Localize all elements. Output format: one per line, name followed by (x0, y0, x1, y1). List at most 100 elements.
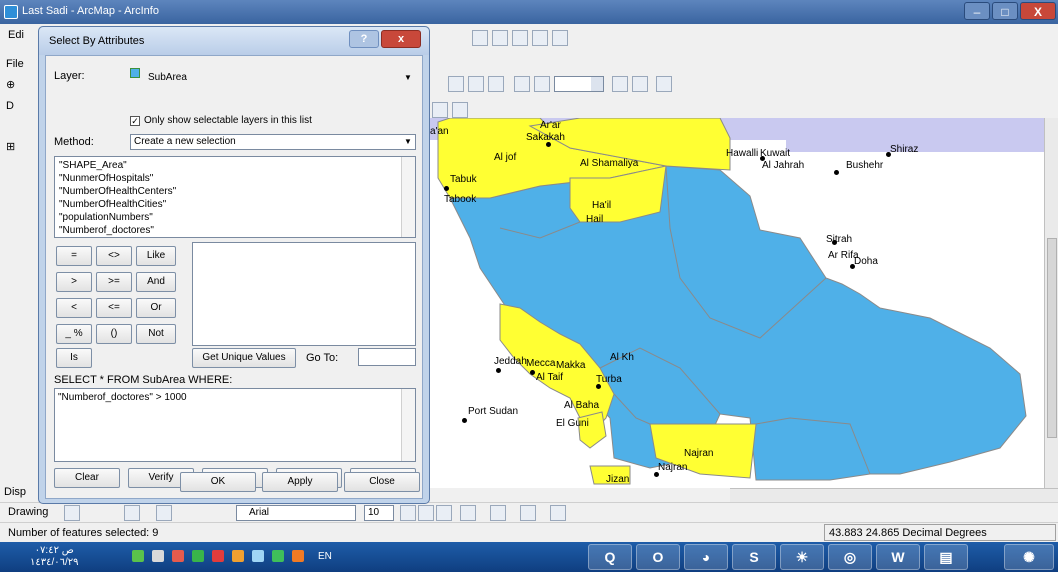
field-item[interactable]: "NunmerOfHospitals" (59, 173, 153, 184)
media-icon[interactable] (292, 550, 304, 562)
query-scrollbar[interactable] (401, 389, 415, 461)
op-not-button[interactable]: Not (136, 324, 176, 344)
data-view-icon[interactable] (468, 76, 484, 92)
taskbar-word[interactable]: W (876, 544, 920, 570)
battery-icon[interactable] (252, 550, 264, 562)
apply-button[interactable]: Apply (262, 472, 338, 492)
start-button[interactable]: ✺ (1004, 544, 1054, 570)
op-less-button[interactable]: < (56, 298, 92, 318)
bluetooth-icon[interactable] (232, 550, 244, 562)
bold-icon[interactable] (400, 505, 416, 521)
op-and-button[interactable]: And (136, 272, 176, 292)
field-item[interactable]: "SHAPE_Area" (59, 160, 127, 171)
close-button[interactable]: X (1020, 2, 1056, 20)
font-combo[interactable]: Arial (236, 505, 356, 521)
dialog-help-button[interactable]: ? (349, 30, 379, 48)
underline-icon[interactable] (436, 505, 452, 521)
rectangle-icon[interactable] (124, 505, 140, 521)
zoom-page-icon[interactable] (514, 76, 530, 92)
scroll-thumb[interactable] (1047, 238, 1057, 438)
display-tab[interactable]: Disp (4, 486, 26, 498)
toc-expand-icon[interactable]: ⊞ (6, 140, 15, 153)
query-expression-input[interactable]: "Numberof_doctores" > 1000 (54, 388, 416, 462)
op-wildcard-button[interactable]: _ % (56, 324, 92, 344)
taskbar-paint[interactable]: ☀ (780, 544, 824, 570)
hyperlink-icon[interactable] (432, 102, 448, 118)
op-or-button[interactable]: Or (136, 298, 176, 318)
focus-frame-icon[interactable] (612, 76, 628, 92)
op-not-equals-button[interactable]: <> (96, 246, 132, 266)
app-tray-icon[interactable] (212, 550, 224, 562)
italic-icon[interactable] (418, 505, 434, 521)
ok-button[interactable]: OK (180, 472, 256, 492)
font-color-icon[interactable] (460, 505, 476, 521)
volume-icon[interactable] (152, 550, 164, 562)
field-item[interactable]: "NumberOfHealthCities" (59, 199, 166, 210)
minimize-button[interactable]: – (964, 2, 990, 20)
attributes-icon[interactable] (552, 30, 568, 46)
dialog-close-button[interactable]: x (381, 30, 421, 48)
taskbar-outlook[interactable]: O (636, 544, 680, 570)
op-less-equal-button[interactable]: <= (96, 298, 132, 318)
taskbar-arcmap[interactable]: Q (588, 544, 632, 570)
taskbar-explorer[interactable]: ▤ (924, 544, 968, 570)
taskbar-browser[interactable]: ◎ (828, 544, 872, 570)
taskbar-skype[interactable]: S (732, 544, 776, 570)
select-elements-icon[interactable] (64, 505, 80, 521)
fill-color-icon[interactable] (490, 505, 506, 521)
update-icon[interactable] (272, 550, 284, 562)
fields-list[interactable]: "SHAPE_Area" "NunmerOfHospitals" "Number… (54, 156, 416, 238)
lock-icon[interactable] (656, 76, 672, 92)
op-greater-equal-button[interactable]: >= (96, 272, 132, 292)
map-view[interactable]: Ar'ar Sakakah Al jof Al Shamaliya Tabuk … (430, 118, 1044, 488)
language-indicator[interactable]: EN (318, 551, 332, 562)
network-icon[interactable] (132, 550, 144, 562)
antivirus-icon[interactable] (172, 550, 184, 562)
get-unique-values-button[interactable]: Get Unique Values (192, 348, 296, 368)
refresh-icon[interactable] (488, 76, 504, 92)
tray-clock[interactable]: ص ٠٧:٤٢ ١٤٣٤/٠٦/٢٩ (30, 545, 79, 569)
label-hawalli: Hawalli (726, 148, 759, 159)
fields-scrollbar[interactable] (401, 157, 415, 237)
zoom-combo[interactable] (554, 76, 604, 92)
menu-file[interactable]: File (6, 58, 24, 70)
method-dropdown[interactable]: Create a new selection ▼ (130, 134, 416, 150)
map-vertical-scrollbar[interactable] (1044, 118, 1058, 488)
field-item[interactable]: "NumberOfHealthCenters" (59, 186, 176, 197)
field-item[interactable]: "Numberof_doctores" (59, 225, 154, 236)
dialog-close-bottom-button[interactable]: Close (344, 472, 420, 492)
line-color-icon[interactable] (520, 505, 536, 521)
unique-values-list[interactable] (192, 242, 416, 346)
field-item[interactable]: "populationNumbers" (59, 212, 153, 223)
change-layout-icon[interactable] (632, 76, 648, 92)
op-like-button[interactable]: Like (136, 246, 176, 266)
menu-edit[interactable]: Edi (8, 29, 24, 41)
marker-color-icon[interactable] (550, 505, 566, 521)
undo-icon[interactable] (472, 30, 488, 46)
font-size-combo[interactable]: 10 (364, 505, 394, 521)
only-selectable-checkbox[interactable]: ✓ (130, 116, 140, 126)
layout-icon[interactable] (448, 76, 464, 92)
rotate-icon[interactable] (512, 30, 528, 46)
zoom-width-icon[interactable] (534, 76, 550, 92)
op-is-button[interactable]: Is (56, 348, 92, 368)
op-equals-button[interactable]: = (56, 246, 92, 266)
goto-input[interactable] (358, 348, 416, 366)
taskbar-media[interactable]: ◕ (684, 544, 728, 570)
drawing-menu[interactable]: Drawing (8, 506, 48, 518)
text-icon[interactable] (156, 505, 172, 521)
clear-button[interactable]: Clear (54, 468, 120, 488)
flag-icon[interactable] (192, 550, 204, 562)
edit-tool-icon[interactable] (492, 30, 508, 46)
dialog-titlebar[interactable]: Select By Attributes ? x (39, 27, 429, 55)
table-icon[interactable] (532, 30, 548, 46)
map-horizontal-scrollbar[interactable] (730, 488, 1058, 502)
label-turba: Turba (596, 374, 622, 385)
op-greater-button[interactable]: > (56, 272, 92, 292)
zoom-in-icon[interactable]: ⊕ (6, 78, 15, 91)
layer-dropdown[interactable]: SubArea ▼ (144, 70, 416, 86)
maximize-button[interactable]: □ (992, 2, 1018, 20)
help-pointer-icon[interactable] (452, 102, 468, 118)
new-document-icon[interactable]: D (6, 100, 14, 112)
op-parentheses-button[interactable]: () (96, 324, 132, 344)
